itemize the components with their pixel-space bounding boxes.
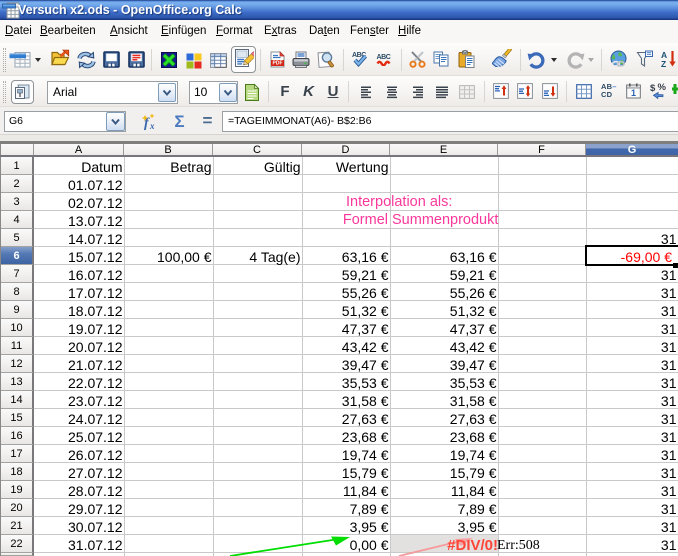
svg-text:$: $: [650, 83, 656, 94]
svg-text:Z: Z: [661, 59, 666, 68]
svg-text:ABC: ABC: [377, 54, 391, 61]
svg-text:x: x: [149, 121, 155, 131]
svg-text:%: %: [658, 82, 667, 93]
svg-text:PDF: PDF: [273, 61, 283, 67]
svg-text:1: 1: [631, 88, 636, 98]
